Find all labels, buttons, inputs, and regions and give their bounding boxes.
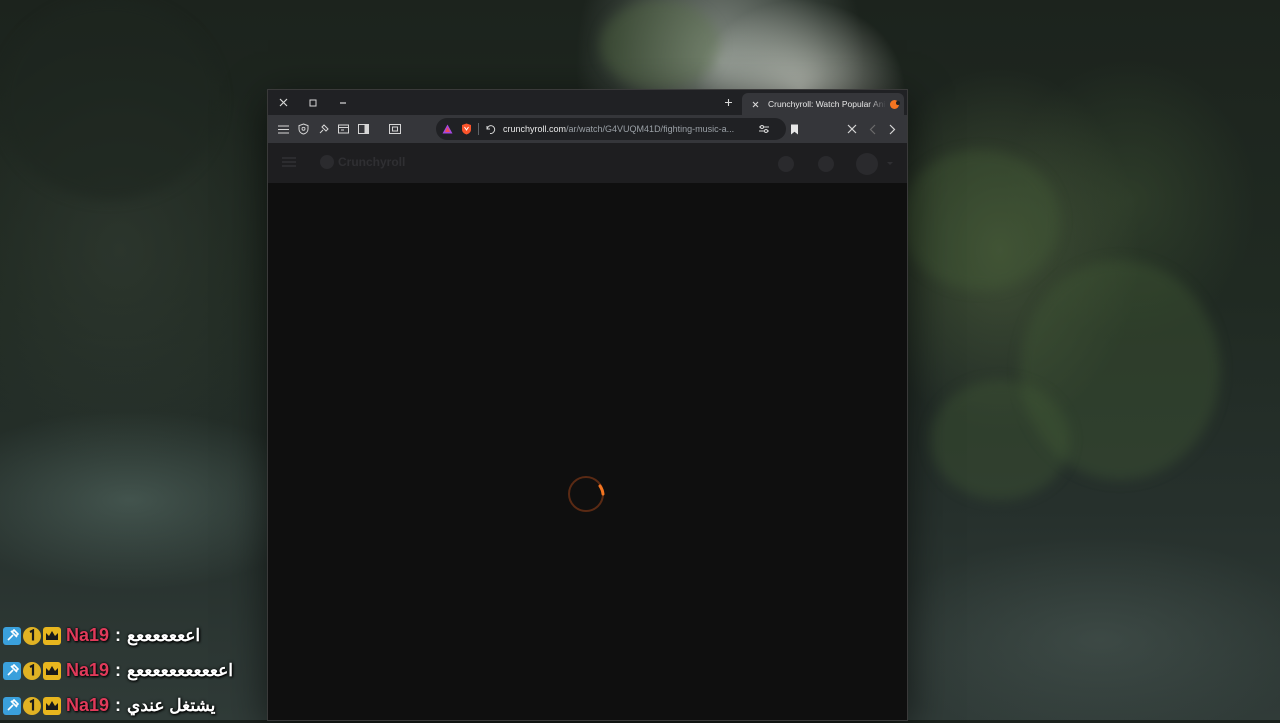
url-text[interactable]: crunchyroll.com/ar/watch/G4VUQM41D/fight… — [503, 124, 753, 134]
url-path: /ar/watch/G4VUQM41D/fighting-music-a... — [566, 124, 735, 134]
crunchyroll-favicon-icon — [890, 99, 900, 109]
maximize-window-button[interactable] — [298, 90, 328, 115]
crown-badge-icon — [43, 626, 61, 645]
header-placeholder-icon[interactable] — [778, 156, 794, 172]
shield-icon — [298, 123, 308, 135]
tab-crunchyroll[interactable]: Crunchyroll: Watch Popular Anime — [742, 93, 904, 115]
video-player[interactable] — [268, 183, 907, 720]
minimize-window-button[interactable] — [328, 90, 358, 115]
extensions-button[interactable] — [313, 115, 333, 143]
crown-badge-icon — [43, 661, 61, 680]
site-menu-icon[interactable] — [282, 157, 296, 167]
stop-loading-button[interactable] — [842, 115, 862, 143]
chat-overlay: Na19: اعععععععع Na19: اعععععععععععع Na19: يشت… — [3, 618, 263, 723]
sidebar-button[interactable] — [353, 115, 373, 143]
avatar[interactable] — [856, 153, 878, 175]
subscriber-badge-icon — [23, 661, 41, 680]
close-window-button[interactable] — [268, 90, 298, 115]
history-button[interactable] — [483, 118, 497, 140]
brave-shields-button[interactable] — [458, 118, 474, 140]
moderator-badge-icon — [3, 626, 21, 645]
menu-button[interactable] — [273, 115, 293, 143]
browser-toolbar: crunchyroll.com/ar/watch/G4VUQM41D/fight… — [268, 115, 907, 143]
chat-message: Na19: اعععععععععععع — [3, 653, 263, 688]
chat-username[interactable]: Na19 — [66, 695, 109, 716]
maximize-icon — [309, 99, 317, 106]
address-bar[interactable]: crunchyroll.com/ar/watch/G4VUQM41D/fight… — [436, 118, 786, 140]
subscriber-badge-icon — [23, 696, 41, 715]
chat-text: اعععععععععععع — [127, 660, 233, 680]
subscriber-badge-icon — [23, 626, 41, 645]
tab-close-button[interactable] — [746, 101, 764, 108]
moderator-badge-icon — [3, 696, 21, 715]
chat-username[interactable]: Na19 — [66, 625, 109, 646]
minimize-icon — [340, 101, 346, 104]
back-icon — [869, 124, 875, 134]
chat-message: Na19: اعععععععع — [3, 618, 263, 653]
history-icon — [486, 124, 495, 134]
puzzle-icon — [319, 123, 329, 133]
site-settings-icon — [759, 125, 769, 133]
chat-separator: : — [115, 660, 122, 680]
brave-rewards-icon — [442, 124, 452, 134]
chat-separator: : — [115, 695, 122, 715]
browser-window: Crunchyroll: Watch Popular Anime crunchy… — [268, 90, 907, 720]
close-icon — [279, 98, 287, 107]
site-header: Crunchyroll — [268, 143, 907, 183]
forward-icon — [889, 124, 895, 134]
plus-icon — [724, 99, 732, 106]
stop-icon — [847, 124, 857, 134]
sidebar-icon — [357, 124, 369, 134]
forward-button[interactable] — [882, 115, 902, 143]
crunchyroll-logo-icon — [320, 155, 334, 169]
brave-rewards-button[interactable] — [440, 118, 454, 140]
tabs-icon — [337, 124, 349, 134]
chevron-down-icon[interactable] — [887, 162, 893, 165]
chat-text: يشتغل عندي — [127, 695, 216, 715]
site-logo-text: Crunchyroll — [338, 155, 406, 169]
brave-shields-icon — [461, 123, 471, 135]
loading-spinner-icon — [568, 476, 605, 512]
chat-text: اعععععععع — [127, 625, 201, 645]
screenshot-icon — [389, 124, 401, 134]
tab-manager-button[interactable] — [333, 115, 353, 143]
moderator-badge-icon — [3, 661, 21, 680]
site-logo[interactable]: Crunchyroll — [320, 155, 405, 169]
bookmark-icon — [790, 124, 798, 134]
new-tab-button[interactable] — [718, 90, 738, 115]
back-button[interactable] — [862, 115, 882, 143]
chat-message: Na19: يشتغل عندي — [3, 688, 263, 723]
header-placeholder-icon[interactable] — [818, 156, 834, 172]
close-icon — [752, 101, 758, 107]
crown-badge-icon — [43, 696, 61, 715]
chat-separator: : — [115, 625, 122, 645]
menu-icon — [277, 124, 289, 134]
bookmark-button[interactable] — [784, 115, 804, 143]
shields-button[interactable] — [293, 115, 313, 143]
screenshot-button[interactable] — [385, 115, 405, 143]
title-bar: Crunchyroll: Watch Popular Anime — [268, 90, 907, 115]
chat-username[interactable]: Na19 — [66, 660, 109, 681]
tab-title: Crunchyroll: Watch Popular Anime — [768, 99, 886, 109]
url-domain: crunchyroll.com — [503, 124, 567, 134]
site-settings-button[interactable] — [757, 118, 771, 140]
